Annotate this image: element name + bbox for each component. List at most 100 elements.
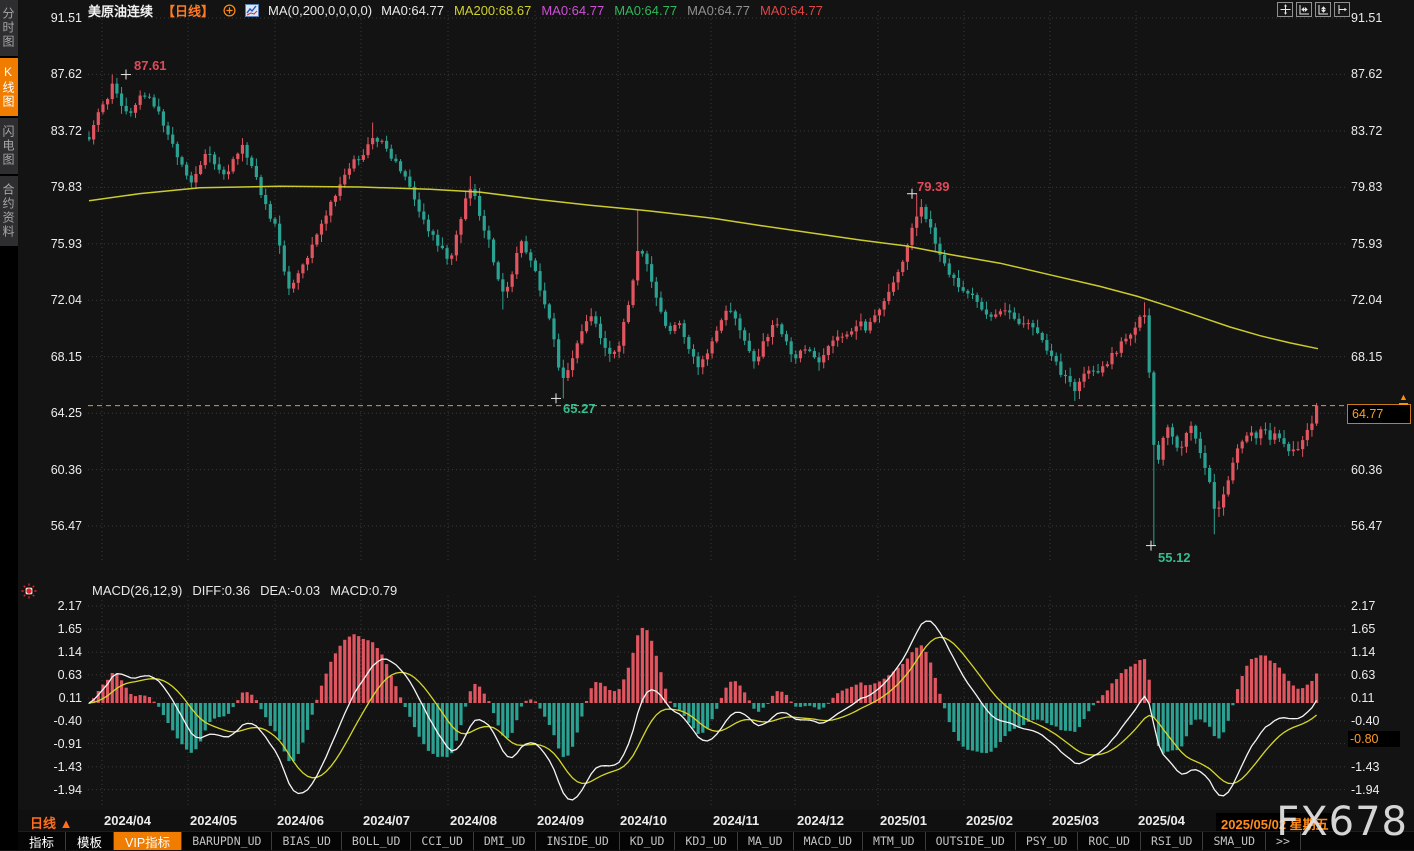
x-axis-month-label: 2024/10	[620, 813, 667, 828]
x-axis-month-label: 2024/12	[797, 813, 844, 828]
x-axis-month-label: 2024/09	[537, 813, 584, 828]
y-axis-tick-right: 91.51	[1351, 11, 1397, 25]
y-axis-tick-left: 87.62	[36, 67, 82, 81]
indicator-button-RSI_UD[interactable]: RSI_UD	[1141, 832, 1204, 850]
macd-macd-value: MACD:0.79	[330, 583, 397, 598]
y-axis-tick-right: 72.04	[1351, 293, 1397, 307]
y-axis-tick-left: 72.04	[36, 293, 82, 307]
gridlines	[88, 11, 1345, 806]
sidebar-tab-K线图[interactable]: K线图	[0, 58, 18, 116]
y-axis-tick-right: 79.83	[1351, 180, 1397, 194]
indicator-button-BIAS_UD[interactable]: BIAS_UD	[272, 832, 341, 850]
indicator-button-CCI_UD[interactable]: CCI_UD	[411, 832, 474, 850]
ma-value-label: MA0:64.77	[541, 3, 604, 18]
macd-tick-right: -1.43	[1351, 760, 1397, 774]
price-annotation: 55.12	[1158, 550, 1191, 565]
price-annotation: 87.61	[134, 58, 167, 73]
symbol-title: 美原油连续	[88, 1, 153, 20]
macd-tick-left: -0.91	[36, 737, 82, 751]
macd-axis-highlight-tag: -0.80	[1348, 731, 1400, 747]
macd-tick-left: 1.14	[36, 645, 82, 659]
indicator-button-BOLL_UD[interactable]: BOLL_UD	[342, 832, 411, 850]
y-axis-tick-right: 75.93	[1351, 237, 1397, 251]
ma-value-label: MA0:64.77	[760, 3, 823, 18]
x-axis-month-label: 2025/04	[1138, 813, 1185, 828]
macd-tick-right: 1.14	[1351, 645, 1397, 659]
indicator-button-BARUPDN_UD[interactable]: BARUPDN_UD	[182, 832, 272, 850]
y-axis-tick-right: 83.72	[1351, 124, 1397, 138]
y-axis-tick-left: 91.51	[36, 11, 82, 25]
indicator-button-KD_UD[interactable]: KD_UD	[620, 832, 676, 850]
indicator-button-DMI_UD[interactable]: DMI_UD	[474, 832, 537, 850]
indicator-button-ROC_UD[interactable]: ROC_UD	[1078, 832, 1141, 850]
fit-horizontal-icon[interactable]	[1296, 2, 1312, 17]
macd-tick-left: -1.94	[36, 783, 82, 797]
macd-tick-right: -1.94	[1351, 783, 1397, 797]
ma-value-label: MA200:68.67	[454, 3, 531, 18]
ma-values: MA0:64.77 MA200:68.67 MA0:64.77 MA0:64.77 MA…	[381, 3, 823, 18]
y-axis-tick-right: 87.62	[1351, 67, 1397, 81]
indicator-button-OUTSIDE_UD[interactable]: OUTSIDE_UD	[926, 832, 1016, 850]
indicator-pulse-icon[interactable]	[20, 582, 38, 605]
latest-price-marker-icon: ▲	[1399, 393, 1408, 405]
y-axis-tick-left: 68.15	[36, 350, 82, 364]
ma-value-label: MA0:64.77	[614, 3, 677, 18]
indicator-button-PSY_UD[interactable]: PSY_UD	[1016, 832, 1079, 850]
indicator-button-MA_UD[interactable]: MA_UD	[738, 832, 794, 850]
macd-tick-right: -0.40	[1351, 714, 1397, 728]
indicator-button-KDJ_UD[interactable]: KDJ_UD	[675, 832, 738, 850]
macd-tick-left: 1.65	[36, 622, 82, 636]
chart-type-icon[interactable]	[245, 4, 259, 17]
ma-value-label: MA0:64.77	[381, 3, 444, 18]
y-axis-tick-left: 60.36	[36, 463, 82, 477]
macd-tick-right: 0.63	[1351, 668, 1397, 682]
move-tool-icon[interactable]	[1277, 2, 1293, 17]
chart-tool-buttons	[1277, 2, 1350, 17]
period-selector[interactable]: 日线 ▲	[30, 813, 72, 832]
sidebar-tab-分时图[interactable]: 分时图	[0, 0, 18, 56]
sidebar-tab-合约资料[interactable]: 合约资料	[0, 176, 18, 246]
indicator-button-INSIDE_UD[interactable]: INSIDE_UD	[536, 832, 619, 850]
chart-canvas	[0, 0, 1414, 850]
y-axis-tick-left: 64.25	[36, 406, 82, 420]
y-axis-tick-right: 60.36	[1351, 463, 1397, 477]
macd-params-label: MACD(26,12,9)	[92, 583, 182, 598]
sidebar-tab-闪电图[interactable]: 闪电图	[0, 118, 18, 174]
indicator-button-SMA_UD[interactable]: SMA_UD	[1203, 832, 1266, 850]
price-annotation: 79.39	[917, 179, 950, 194]
price-annotation: 65.27	[563, 401, 596, 416]
x-axis-month-label: 2024/08	[450, 813, 497, 828]
macd-tick-left: -0.40	[36, 714, 82, 728]
current-price-tag: 64.77	[1347, 404, 1411, 424]
toolbar-tab-指标[interactable]: 指标	[18, 832, 66, 850]
macd-dea-value: DEA:-0.03	[260, 583, 320, 598]
candlestick-series	[87, 75, 1318, 546]
macd-tick-left: 2.17	[36, 599, 82, 613]
indicator-button-MTM_UD[interactable]: MTM_UD	[863, 832, 926, 850]
macd-histogram	[87, 628, 1318, 761]
y-axis-tick-left: 75.93	[36, 237, 82, 251]
y-axis-tick-left: 56.47	[36, 519, 82, 533]
toolbar-tab-模板[interactable]: 模板	[66, 832, 114, 850]
watermark-logo: FX678	[1276, 802, 1408, 842]
macd-tick-right: 1.65	[1351, 622, 1397, 636]
x-axis-month-label: 2025/01	[880, 813, 927, 828]
add-indicator-icon[interactable]	[223, 4, 236, 17]
x-axis-month-label: 2024/07	[363, 813, 410, 828]
macd-diff-value: DIFF:0.36	[192, 583, 250, 598]
macd-tick-left: 0.63	[36, 668, 82, 682]
y-axis-tick-right: 68.15	[1351, 350, 1397, 364]
macd-tick-right: 0.11	[1351, 691, 1397, 705]
period-tag: 【日线】	[162, 1, 214, 20]
bottom-toolbar: 指标模板VIP指标BARUPDN_UDBIAS_UDBOLL_UDCCI_UDD…	[18, 831, 1414, 850]
x-axis-month-label: 2025/02	[966, 813, 1013, 828]
toolbar-tab-VIP指标[interactable]: VIP指标	[114, 832, 182, 850]
pan-right-icon[interactable]	[1334, 2, 1350, 17]
indicator-button-MACD_UD[interactable]: MACD_UD	[794, 832, 863, 850]
x-axis-month-label: 2024/11	[713, 813, 759, 828]
sidebar: 分时图 K线图闪电图合约资料	[0, 0, 18, 850]
macd-tick-left: -1.43	[36, 760, 82, 774]
fit-vertical-icon[interactable]	[1315, 2, 1331, 17]
x-axis-month-label: 2024/06	[277, 813, 324, 828]
macd-header: MACD(26,12,9) DIFF:0.36 DEA:-0.03 MACD:0…	[92, 583, 397, 598]
